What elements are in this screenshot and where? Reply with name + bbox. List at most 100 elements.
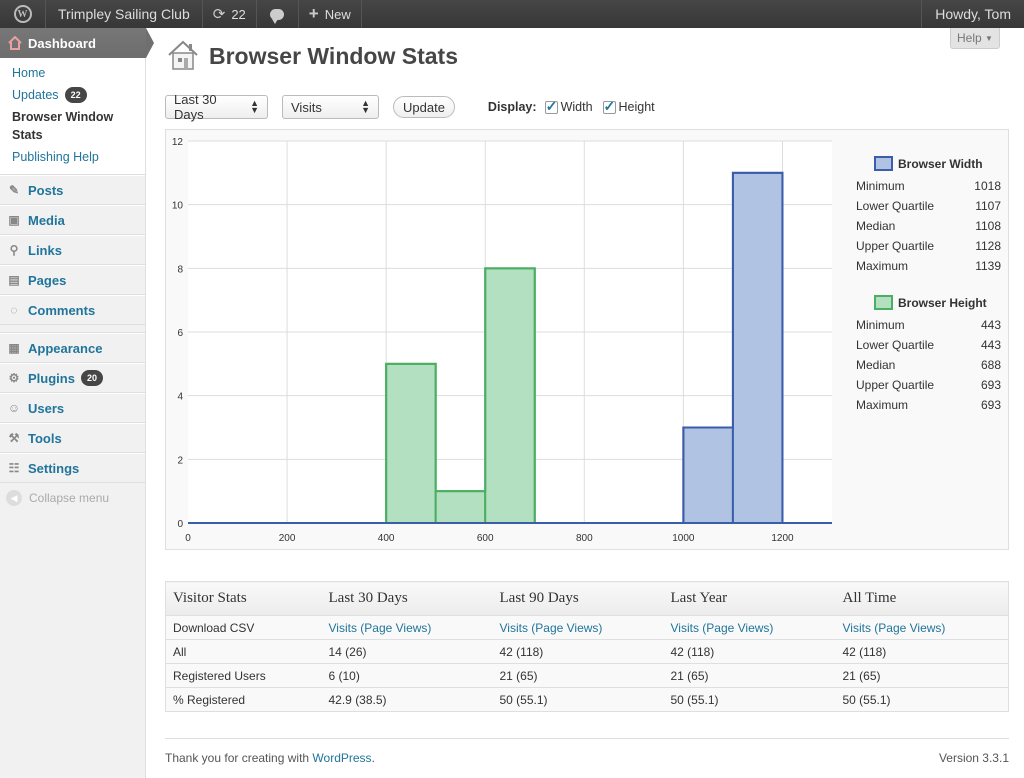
legend-stat-value: 693	[980, 378, 1001, 392]
x-tick-label: 0	[185, 533, 191, 544]
legend-row: Median 688	[856, 355, 1001, 375]
table-cell: 42.9 (38.5)	[321, 687, 493, 712]
table-cell: 21 (65)	[663, 663, 836, 688]
menu-comments-label: Comments	[28, 302, 96, 318]
table-cell: 50 (55.1)	[663, 687, 836, 712]
update-button[interactable]: Update	[393, 96, 455, 118]
submenu-browser-window-stats[interactable]: Browser Window Stats	[0, 106, 145, 146]
media-icon: ▣	[8, 213, 20, 227]
browser-size-histogram: 0 200 400 600 800 1000 1200 0 2 4 6 8 10 12	[172, 137, 832, 544]
menu-plugins[interactable]: ⚙ Plugins 20	[0, 363, 145, 393]
legend-stat-label: Minimum	[856, 179, 905, 193]
legend-stat-label: Maximum	[856, 398, 909, 412]
height-checkbox[interactable]	[602, 98, 616, 115]
submenu-home[interactable]: Home	[0, 62, 145, 84]
legend-row: Maximum 693	[856, 395, 1001, 415]
wordpress-logo-icon[interactable]: W	[0, 0, 46, 28]
menu-settings[interactable]: ☷ Settings	[0, 453, 145, 483]
footer-thanks-suffix: .	[371, 751, 375, 765]
table-row: Download CSV Visits (Page Views) Visits …	[165, 615, 1009, 640]
histogram-bar	[434, 490, 487, 524]
comments-link[interactable]	[257, 0, 299, 28]
footer-version: Version 3.3.1	[938, 751, 1009, 765]
csv-download-link[interactable]: Visits (Page Views)	[329, 621, 432, 635]
menu-users[interactable]: ☺ Users	[0, 393, 145, 423]
site-name-link[interactable]: Trimpley Sailing Club	[46, 0, 203, 28]
table-cell: 50 (55.1)	[492, 687, 664, 712]
table-row: All 14 (26) 42 (118) 42 (118) 42 (118)	[165, 639, 1009, 664]
legend-stat-value: 1107	[975, 199, 1001, 213]
csv-download-link[interactable]: Visits (Page Views)	[500, 621, 603, 635]
width-checkbox-label[interactable]: Width	[561, 100, 593, 114]
legend-stat-label: Median	[856, 358, 896, 372]
chart-panel: 0 200 400 600 800 1000 1200 0 2 4 6 8 10 12 Browser W…	[165, 129, 1009, 550]
y-tick-label: 8	[177, 264, 183, 275]
updates-link[interactable]: ⟳ 22	[203, 0, 257, 28]
collapse-menu-button[interactable]: ◀ Collapse menu	[0, 483, 145, 513]
menu-tools[interactable]: ⚒ Tools	[0, 423, 145, 453]
legend-row: Lower Quartile 443	[856, 335, 1001, 355]
x-tick-label: 1000	[672, 533, 695, 544]
appearance-icon: ▦	[8, 341, 20, 355]
y-tick-label: 4	[177, 392, 183, 403]
dashboard-submenu: Home Updates 22 Browser Window Stats Publ…	[0, 58, 145, 175]
menu-media[interactable]: ▣ Media	[0, 205, 145, 235]
menu-dashboard[interactable]: Dashboard	[0, 28, 154, 58]
admin-menu: Dashboard Home Updates 22 Browser Window …	[0, 28, 154, 778]
menu-media-label: Media	[28, 212, 65, 228]
legend-height-label: Browser Height	[898, 295, 987, 310]
column-header: Last 90 Days	[492, 581, 664, 616]
csv-download-link[interactable]: Visits (Page Views)	[671, 621, 774, 635]
histogram-bar	[385, 362, 437, 524]
legend-stat-value: 1018	[974, 179, 1001, 193]
metric-select[interactable]: Visits ▲ ▼	[282, 95, 379, 119]
period-select[interactable]: Last 30 Days ▲ ▼	[165, 92, 268, 122]
footer-thanks: Thank you for creating with WordPress.	[165, 751, 375, 765]
legend-stat-value: 443	[980, 338, 1001, 352]
wordpress-link[interactable]: WordPress	[312, 751, 371, 765]
updates-count-badge: 22	[64, 87, 87, 103]
pushpin-icon: ✎	[8, 183, 20, 197]
legend-stat-label: Maximum	[856, 259, 909, 273]
chart-legend: Browser Width Minimum 1018 Lower Quartile…	[856, 156, 1001, 415]
period-select-value: Last 30 Days	[174, 92, 217, 122]
menu-posts[interactable]: ✎ Posts	[0, 175, 145, 205]
stats-controls: Last 30 Days ▲ ▼ Visits ▲ ▼ Update Display: …	[165, 92, 665, 122]
updates-count: 22	[231, 6, 246, 22]
width-checkbox[interactable]	[544, 98, 558, 115]
legend-stat-value: 443	[980, 318, 1001, 332]
menu-links[interactable]: ⚲ Links	[0, 235, 145, 265]
legend-stat-label: Lower Quartile	[856, 338, 935, 352]
refresh-icon: ⟳	[212, 6, 226, 23]
x-tick-label: 400	[378, 533, 395, 544]
height-checkbox-label[interactable]: Height	[619, 100, 655, 114]
table-header-row: Visitor Stats Last 30 Days Last 90 Days …	[165, 581, 1009, 616]
legend-row: Maximum 1139	[856, 256, 1001, 276]
row-label: % Registered	[165, 687, 322, 712]
account-menu[interactable]: Howdy, Tom	[921, 0, 1024, 28]
plugin-icon: ⚙	[8, 371, 20, 385]
submenu-publishing-help[interactable]: Publishing Help	[0, 146, 145, 168]
menu-appearance[interactable]: ▦ Appearance	[0, 333, 145, 363]
legend-width-block: Browser Width Minimum 1018 Lower Quartile…	[856, 156, 1001, 276]
histogram-bar	[682, 426, 734, 524]
menu-settings-label: Settings	[28, 460, 80, 476]
menu-separator	[0, 325, 145, 333]
x-tick-label: 200	[279, 533, 296, 544]
new-content-link[interactable]: + New	[299, 0, 362, 28]
select-arrows-icon: ▲ ▼	[250, 98, 259, 115]
legend-width-title: Browser Width	[874, 156, 1001, 171]
submenu-updates[interactable]: Updates 22	[0, 84, 145, 106]
footer: Thank you for creating with WordPress. V…	[165, 738, 1009, 765]
csv-download-link[interactable]: Visits (Page Views)	[843, 621, 946, 635]
table-cell: 6 (10)	[321, 663, 493, 688]
settings-icon: ☷	[8, 461, 20, 475]
row-label: Registered Users	[165, 663, 322, 688]
menu-tools-label: Tools	[28, 430, 62, 446]
menu-posts-label: Posts	[28, 182, 64, 198]
help-tab-button[interactable]: Help ▼	[950, 28, 1000, 49]
menu-pages[interactable]: ▤ Pages	[0, 265, 145, 295]
legend-stat-label: Median	[856, 219, 896, 233]
visitor-stats-table: Visitor Stats Last 30 Days Last 90 Days …	[165, 581, 1009, 712]
menu-comments[interactable]: ◌ Comments	[0, 295, 145, 325]
